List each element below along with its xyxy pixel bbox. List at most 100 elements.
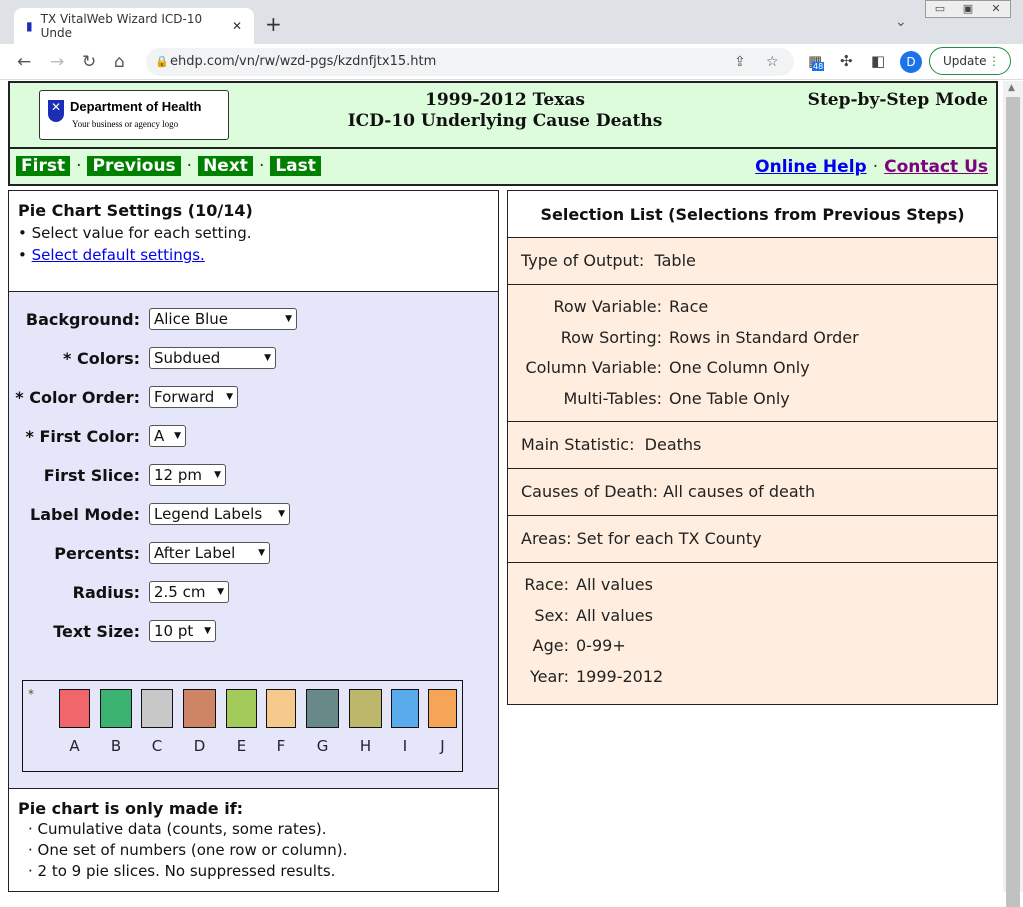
first-slice-value: 12 pm — [154, 466, 202, 484]
text-size-value: 10 pt — [154, 622, 194, 640]
swatch-letter: C — [151, 737, 163, 755]
chevron-down-icon: ▼ — [204, 626, 211, 636]
swatch-letter: A — [69, 737, 80, 755]
asterisk: * — [28, 687, 34, 701]
extension-icon[interactable]: ▦ 48 — [808, 52, 825, 71]
close-tab-icon[interactable]: ✕ — [232, 19, 242, 33]
first-color-select[interactable]: A ▼ — [149, 425, 186, 447]
color-swatch-a — [59, 689, 90, 728]
share-icon[interactable]: ⇪ — [734, 48, 746, 76]
multi-tables-value: One Table Only — [669, 388, 790, 408]
colors-select[interactable]: Subdued ▼ — [149, 347, 276, 369]
background-select[interactable]: Alice Blue ▼ — [149, 308, 297, 330]
causes-key: Causes of Death: — [521, 482, 658, 501]
page-scrollbar[interactable]: ▲ — [1003, 81, 1023, 907]
column-variable-value: One Column Only — [669, 358, 810, 377]
tab-search-chevron-icon[interactable]: ⌄ — [895, 14, 907, 30]
chevron-down-icon: ▼ — [174, 431, 181, 441]
browser-tab[interactable]: ▮ TX VitalWeb Wizard ICD-10 Unde ✕ — [14, 8, 254, 44]
radius-label: Radius: — [72, 582, 140, 602]
output-key: Type of Output: — [521, 251, 645, 270]
next-button[interactable]: Next — [198, 156, 253, 176]
menu-dots-icon: ⋮ — [988, 54, 1000, 68]
first-button[interactable]: First — [16, 156, 71, 176]
scroll-up-icon[interactable]: ▲ — [1008, 83, 1015, 93]
swatch-letter: H — [359, 737, 372, 755]
percents-label: Percents: — [54, 543, 140, 563]
color-swatch-h — [349, 689, 382, 728]
causes-section: Causes of Death: All causes of death — [508, 469, 997, 516]
output-section: Type of Output: Table — [508, 238, 997, 285]
url-text: ehdp.com/vn/rw/wzd-pgs/kzdnfjtx15.htm — [170, 54, 437, 69]
logo-subtitle: Your business or agency logo — [72, 119, 179, 129]
window-controls: ▭ ▣ ✕ — [925, 0, 1011, 18]
label-mode-select[interactable]: Legend Labels ▼ — [149, 503, 290, 525]
color-swatch-i — [391, 689, 419, 728]
first-color-value: A — [154, 427, 165, 445]
radius-select[interactable]: 2.5 cm ▼ — [149, 581, 229, 603]
help-links: Online Help · Contact Us — [755, 157, 988, 177]
chevron-down-icon: ▼ — [264, 353, 271, 363]
color-order-value: Forward — [154, 388, 215, 406]
selection-list-title: Selection List (Selections from Previous… — [508, 191, 997, 238]
separator: · — [76, 156, 82, 176]
bookmark-star-icon[interactable]: ☆ — [766, 48, 779, 76]
color-palette: * A B C D E F G H I J — [22, 680, 463, 772]
address-bar[interactable]: 🔒 ehdp.com/vn/rw/wzd-pgs/kzdnfjtx15.htm … — [146, 48, 794, 76]
close-window-icon[interactable]: ✕ — [982, 1, 1010, 17]
extensions-puzzle-icon[interactable]: ✣ — [840, 52, 853, 70]
race-key: Race: — [524, 575, 569, 594]
chevron-down-icon: ▼ — [226, 392, 233, 402]
causes-value: All causes of death — [663, 482, 816, 501]
chevron-down-icon: ▼ — [278, 509, 285, 519]
color-swatch-e — [226, 689, 257, 728]
minimize-icon[interactable]: ▭ — [926, 1, 954, 17]
site-favicon-icon: ▮ — [26, 19, 33, 33]
chevron-down-icon: ▼ — [258, 548, 265, 558]
swatch-letter: J — [440, 737, 445, 755]
maximize-icon[interactable]: ▣ — [954, 1, 982, 17]
profile-avatar[interactable]: D — [900, 51, 922, 73]
color-order-select[interactable]: Forward ▼ — [149, 386, 238, 408]
previous-button[interactable]: Previous — [87, 156, 181, 176]
color-order-label: * Color Order: — [15, 387, 140, 407]
title-line-1: 1999-2012 Texas — [425, 90, 585, 110]
statistic-section: Main Statistic: Deaths — [508, 422, 997, 469]
last-button[interactable]: Last — [270, 156, 321, 176]
separator: · — [872, 157, 879, 177]
forward-icon[interactable]: → — [50, 52, 64, 72]
scrollbar-thumb[interactable] — [1006, 97, 1020, 907]
requirements-title: Pie chart is only made if: — [18, 799, 244, 818]
row-variable-key: Row Variable: — [553, 297, 662, 316]
settings-form: Background: Alice Blue ▼ * Colors: Subdued ▼… — [9, 292, 498, 789]
column-variable-key: Column Variable: — [525, 358, 662, 377]
instruction: • Select value for each setting. — [18, 224, 252, 242]
label-mode-label: Label Mode: — [30, 504, 140, 524]
instruction: • Select default settings. — [18, 246, 205, 264]
sex-key: Sex: — [534, 605, 569, 625]
home-icon[interactable]: ⌂ — [114, 52, 125, 72]
percents-select[interactable]: After Label ▼ — [149, 542, 270, 564]
multi-tables-key: Multi-Tables: — [563, 388, 662, 408]
swatch-letter: F — [276, 737, 286, 755]
online-help-link[interactable]: Online Help — [755, 157, 867, 177]
default-settings-link[interactable]: Select default settings. — [32, 246, 205, 264]
swatch-letter: E — [236, 737, 247, 755]
colors-value: Subdued — [154, 349, 221, 367]
contact-us-link[interactable]: Contact Us — [884, 157, 988, 177]
statistic-key: Main Statistic: — [521, 435, 635, 454]
back-icon[interactable]: ← — [17, 52, 31, 72]
first-slice-select[interactable]: 12 pm ▼ — [149, 464, 226, 486]
new-tab-icon[interactable]: + — [265, 12, 282, 36]
text-size-select[interactable]: 10 pt ▼ — [149, 620, 216, 642]
background-value: Alice Blue — [154, 310, 229, 328]
areas-value: Set for each TX County — [576, 529, 762, 548]
radius-value: 2.5 cm — [154, 583, 206, 601]
update-button[interactable]: Update ⋮ — [929, 47, 1011, 75]
areas-section: Areas: Set for each TX County — [508, 516, 997, 563]
shield-logo-icon: ✕ — [48, 100, 64, 122]
selection-list-panel: Selection List (Selections from Previous… — [507, 190, 998, 705]
statistic-value: Deaths — [644, 435, 702, 454]
reload-icon[interactable]: ↻ — [82, 52, 96, 72]
side-panel-icon[interactable]: ◧ — [871, 52, 885, 70]
